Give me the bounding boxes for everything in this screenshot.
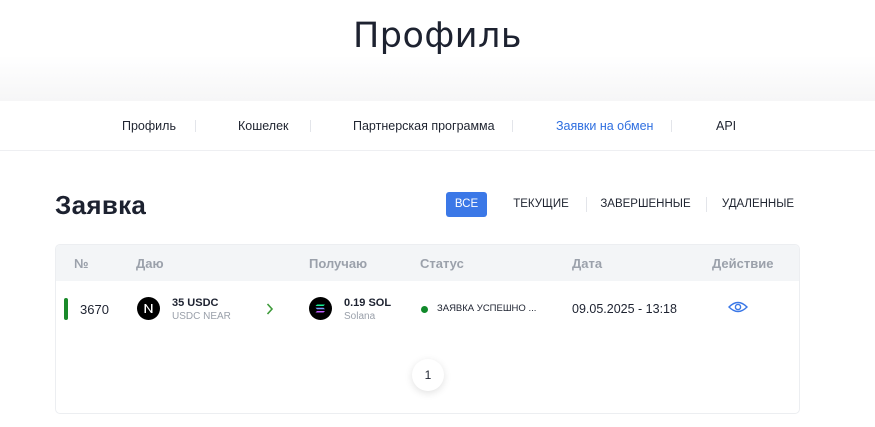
column-header-give: Даю: [136, 256, 164, 271]
page-title: Профиль: [352, 16, 523, 56]
orders-table: № Даю Получаю Статус Дата Действие 3670 …: [55, 244, 800, 414]
orders-title: Заявка: [55, 190, 147, 220]
nav-item-wallet[interactable]: Кошелек: [238, 101, 289, 151]
chevron-right-icon: [266, 302, 274, 320]
near-icon: [137, 297, 160, 320]
give-network: USDC NEAR: [172, 311, 231, 322]
filter-all[interactable]: ВСЕ: [446, 192, 487, 217]
column-header-date: Дата: [572, 256, 603, 271]
column-header-receive: Получаю: [309, 256, 368, 271]
nav-item-api[interactable]: API: [716, 101, 736, 151]
order-status: ЗАЯВКА УСПЕШНО ...: [437, 303, 537, 314]
nav-divider: [310, 120, 311, 132]
filter-completed[interactable]: ЗАВЕРШЕННЫЕ: [600, 192, 691, 217]
nav-item-exchange-orders[interactable]: Заявки на обмен: [556, 101, 653, 151]
pagination-page-button[interactable]: 1: [412, 359, 444, 391]
status-dot: [421, 306, 428, 313]
nav-item-partner-program[interactable]: Партнерская программа: [353, 101, 495, 151]
give-info: 35 USDC USDC NEAR: [172, 297, 231, 322]
table-header: № Даю Получаю Статус Дата Действие: [56, 245, 799, 281]
order-id: 3670: [80, 302, 109, 317]
order-date: 09.05.2025 - 13:18: [572, 302, 677, 316]
profile-nav: Профиль Кошелек Партнерская программа За…: [0, 101, 875, 151]
column-header-number: №: [74, 256, 89, 271]
column-header-status: Статус: [420, 256, 464, 271]
receive-network: Solana: [344, 311, 376, 322]
column-header-action: Действие: [712, 256, 774, 271]
filter-current[interactable]: ТЕКУЩИЕ: [510, 192, 572, 217]
nav-divider: [671, 120, 672, 132]
filter-divider: [706, 197, 707, 212]
receive-info: 0.19 SOL Solana: [344, 297, 391, 322]
header-banner: Профиль: [0, 0, 875, 101]
row-status-marker: [64, 298, 68, 320]
eye-icon[interactable]: [728, 300, 748, 319]
nav-item-profile[interactable]: Профиль: [122, 101, 176, 151]
filter-divider: [586, 197, 587, 212]
solana-icon: [309, 297, 332, 320]
nav-divider: [195, 120, 196, 132]
filter-deleted[interactable]: УДАЛЕННЫЕ: [720, 192, 796, 217]
give-amount: 35 USDC: [172, 297, 219, 309]
receive-amount: 0.19 SOL: [344, 297, 392, 309]
nav-divider: [512, 120, 513, 132]
